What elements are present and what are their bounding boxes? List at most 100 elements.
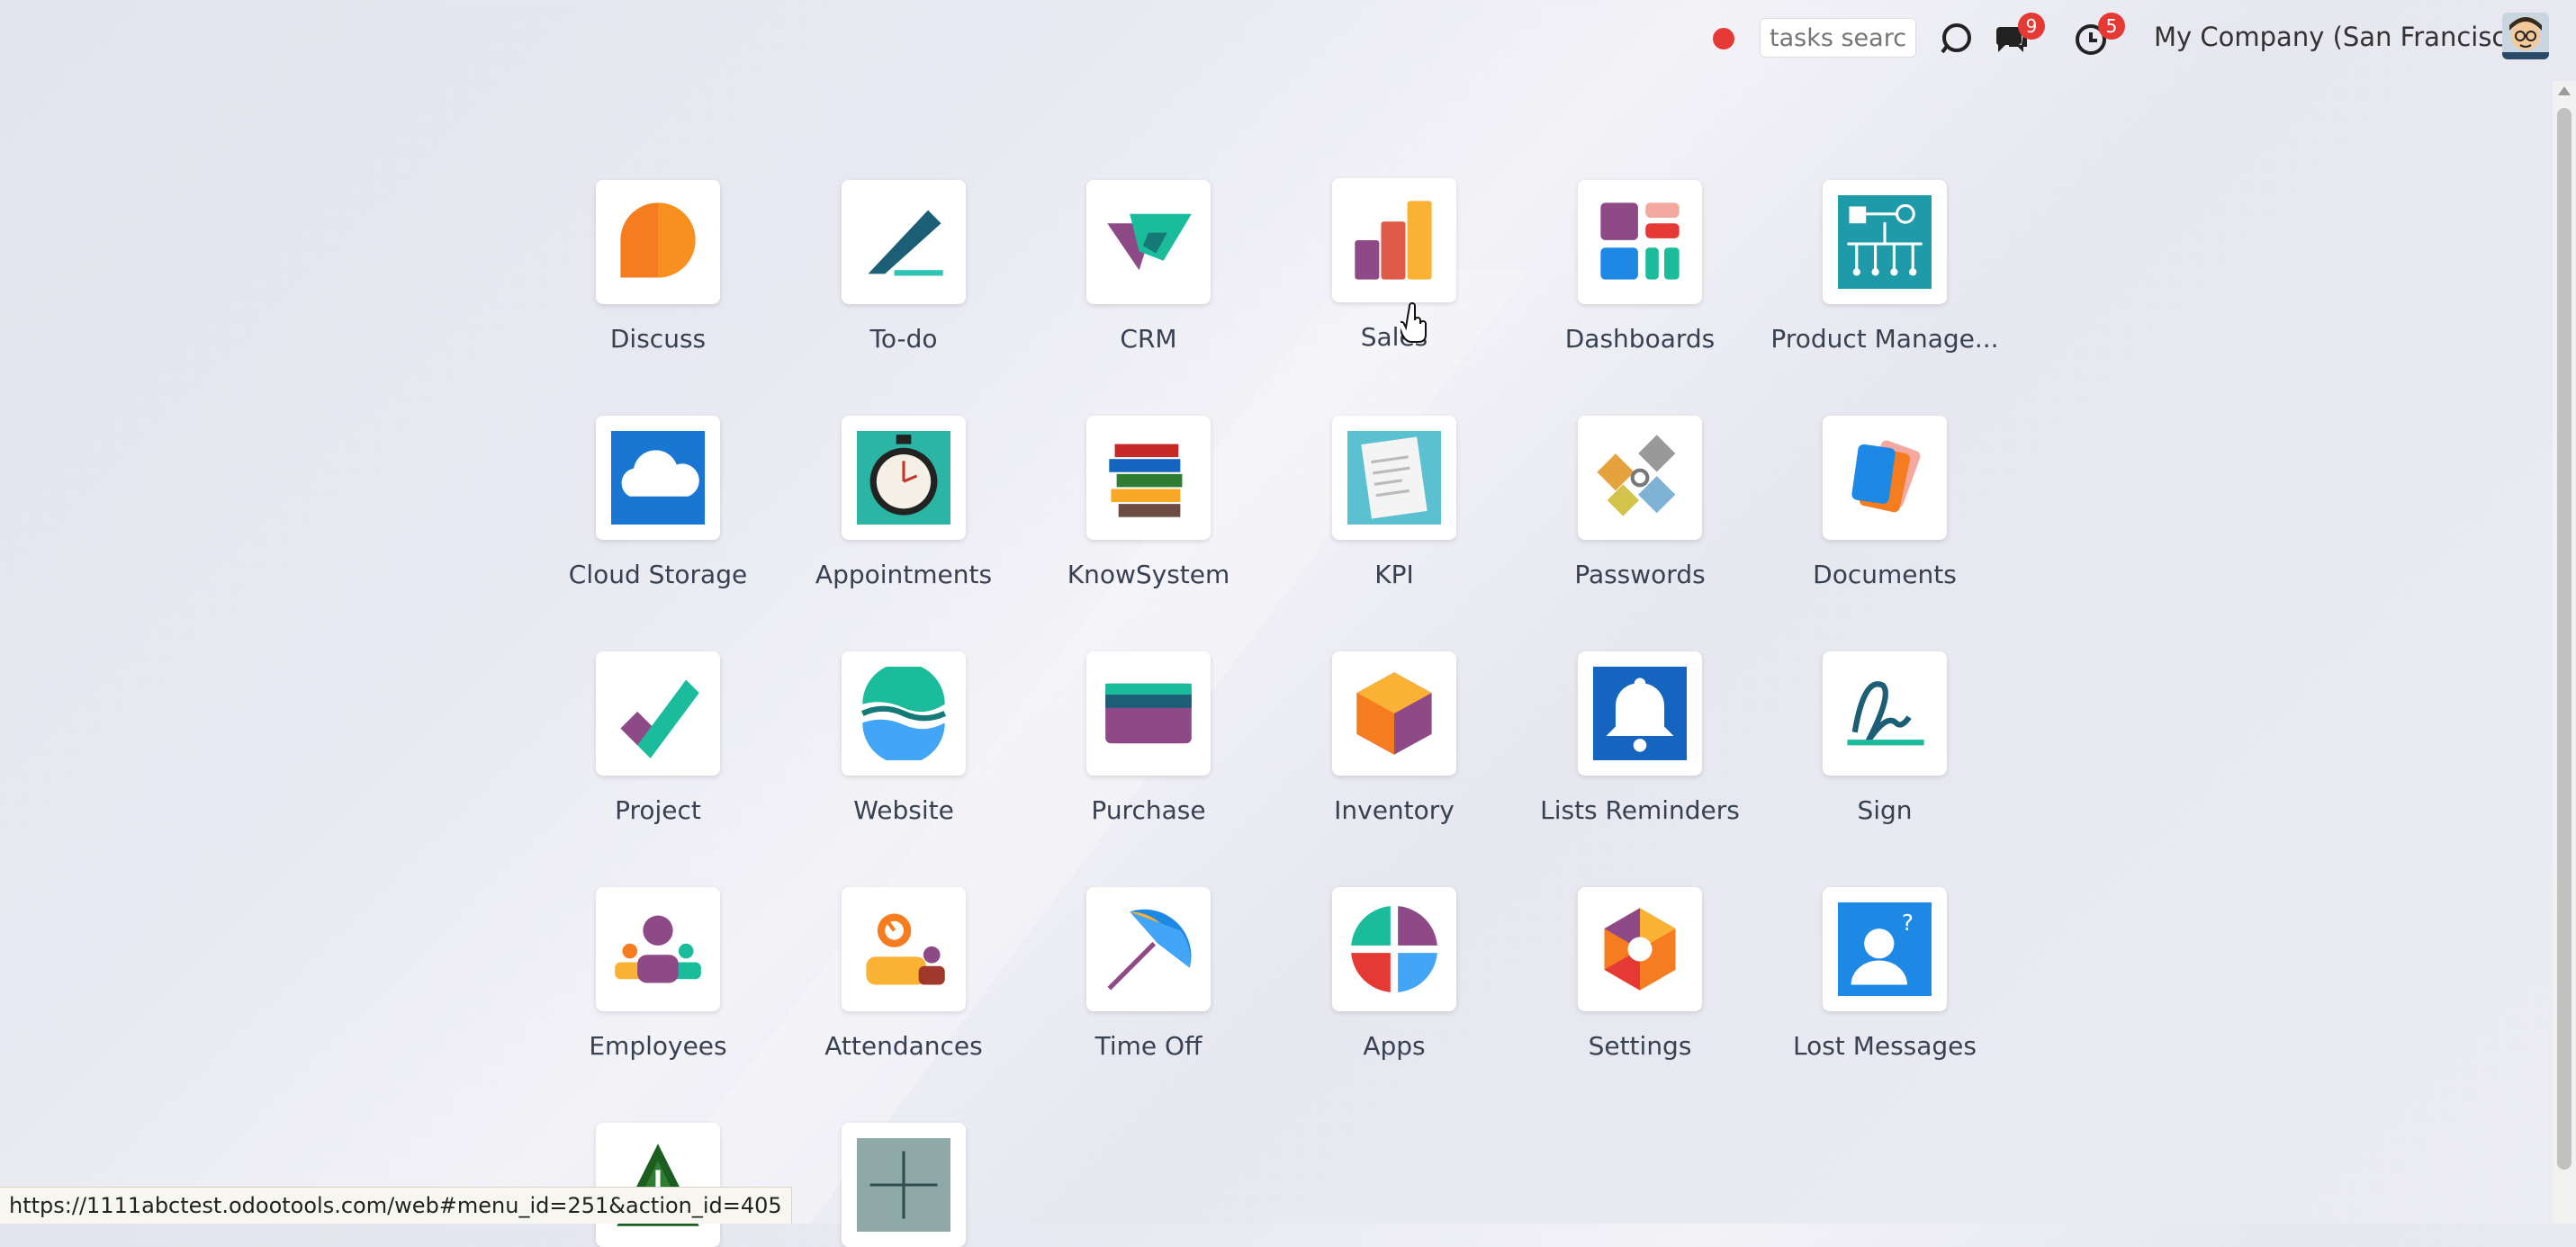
stopwatch-icon: [857, 431, 950, 525]
checkmark-icon: [620, 679, 699, 758]
app-apps[interactable]: Apps: [1272, 887, 1517, 1061]
apps-icon: [1351, 906, 1437, 992]
app-label: Cloud Storage: [568, 560, 748, 589]
bell-icon: [1593, 667, 1687, 760]
app-label: KPI: [1374, 560, 1414, 589]
app-documents[interactable]: Documents: [1762, 416, 2007, 589]
app-dashboards[interactable]: Dashboards: [1518, 180, 1762, 354]
gear-icon: [1604, 908, 1676, 991]
cloud-icon: [611, 431, 705, 525]
app-product-management[interactable]: Product Manage...: [1762, 180, 2007, 354]
company-switcher[interactable]: My Company (San Francisco): [2154, 22, 2532, 52]
app-label: Website: [853, 795, 954, 825]
clock-icon[interactable]: 5: [2073, 13, 2125, 58]
discuss-icon: [620, 202, 696, 278]
app-label: To-do: [869, 324, 938, 354]
app-cloud-storage[interactable]: Cloud Storage: [536, 416, 780, 589]
status-bar-url: https://1111abctest.odootools.com/web#me…: [0, 1187, 792, 1224]
app-tile: [1578, 887, 1702, 1011]
attendance-icon: [866, 913, 945, 985]
scroll-thumb[interactable]: [2557, 108, 2571, 1170]
app-attendances[interactable]: Attendances: [781, 887, 1026, 1061]
app-settings[interactable]: Settings: [1518, 887, 1762, 1061]
app-label: Dashboards: [1564, 324, 1716, 354]
app-appointments[interactable]: Appointments: [781, 416, 1026, 589]
scroll-up-arrow-icon[interactable]: [2558, 86, 2571, 95]
app-sales[interactable]: Sales: [1272, 178, 1517, 352]
app-discuss[interactable]: Discuss: [536, 180, 780, 354]
box-icon: [1356, 672, 1432, 755]
app-sign[interactable]: Sign: [1762, 651, 2007, 825]
app-label: Employees: [589, 1031, 727, 1061]
app-tile: [1086, 416, 1211, 540]
app-inventory[interactable]: Inventory: [1272, 651, 1517, 825]
top-bar: 9 5 My Company (San Francisco): [0, 0, 2576, 76]
user-avatar[interactable]: [2502, 13, 2549, 59]
app-label: Lost Messages: [1792, 1031, 1977, 1061]
app-label: CRM: [1120, 324, 1177, 354]
app-tile: [1578, 651, 1702, 776]
lost-user-icon: ?: [1838, 902, 1932, 996]
app-crm[interactable]: CRM: [1026, 180, 1271, 354]
app-tile: [596, 416, 720, 540]
app-label: Documents: [1813, 560, 1957, 589]
dashboards-icon: [1600, 202, 1680, 280]
app-tile: [1332, 651, 1456, 776]
globe-icon: [860, 667, 947, 760]
app-partial-1[interactable]: [536, 1123, 780, 1247]
documents-icon: [1851, 440, 1921, 513]
app-tile: [1086, 887, 1211, 1011]
app-tile: [1332, 178, 1456, 302]
tasks-search-input[interactable]: [1760, 18, 1916, 58]
vertical-scrollbar[interactable]: [2553, 81, 2576, 1224]
app-knowsystem[interactable]: KnowSystem: [1026, 416, 1271, 589]
kpi-report-icon: [1347, 431, 1441, 525]
credit-card-icon: [1105, 683, 1192, 744]
app-tile: [596, 180, 720, 304]
app-label: Sign: [1857, 795, 1913, 825]
odoobot-icon[interactable]: [1937, 20, 1975, 58]
app-kpi[interactable]: KPI: [1272, 416, 1517, 589]
app-tile: [1578, 180, 1702, 304]
app-label: Settings: [1588, 1031, 1692, 1061]
app-purchase[interactable]: Purchase: [1026, 651, 1271, 825]
app-tile: [1823, 180, 1947, 304]
product-management-icon: [1838, 195, 1932, 289]
app-tile: [842, 180, 966, 304]
hand-cursor-icon: [1401, 302, 1427, 343]
app-partial-2[interactable]: [781, 1123, 1026, 1247]
app-label: Sales: [1360, 322, 1428, 352]
app-passwords[interactable]: Passwords: [1518, 416, 1762, 589]
pencil-icon: [868, 210, 943, 276]
app-website[interactable]: Website: [781, 651, 1026, 825]
app-lists-reminders[interactable]: Lists Reminders: [1518, 651, 1762, 825]
chat-icon[interactable]: 9: [1993, 13, 2045, 58]
sales-chart-icon: [1355, 201, 1432, 280]
app-tile: ?: [1823, 887, 1947, 1011]
app-tile: [842, 416, 966, 540]
app-project[interactable]: Project: [536, 651, 780, 825]
record-dot-icon[interactable]: [1713, 28, 1734, 49]
app-tile: [1332, 887, 1456, 1011]
app-label: Project: [615, 795, 701, 825]
app-label: KnowSystem: [1067, 560, 1230, 589]
app-tile: [596, 887, 720, 1011]
plus-app-icon: [857, 1138, 950, 1232]
app-time-off[interactable]: Time Off: [1026, 887, 1271, 1061]
app-label: Inventory: [1334, 795, 1455, 825]
app-tile: [1578, 416, 1702, 540]
app-tile: [1332, 416, 1456, 540]
app-label: Purchase: [1091, 795, 1206, 825]
app-label: Attendances: [824, 1031, 983, 1061]
app-to-do[interactable]: To-do: [781, 180, 1026, 354]
umbrella-icon: [1107, 909, 1192, 991]
crm-handshake-icon: [1107, 213, 1192, 271]
app-tile: [1823, 651, 1947, 776]
people-icon: [615, 915, 701, 983]
app-tile: [1823, 416, 1947, 540]
app-tile: [596, 1123, 720, 1247]
app-lost-messages[interactable]: ? Lost Messages: [1762, 887, 2007, 1061]
app-employees[interactable]: Employees: [536, 887, 780, 1061]
app-tile: [842, 887, 966, 1011]
app-tile: [842, 1123, 966, 1247]
